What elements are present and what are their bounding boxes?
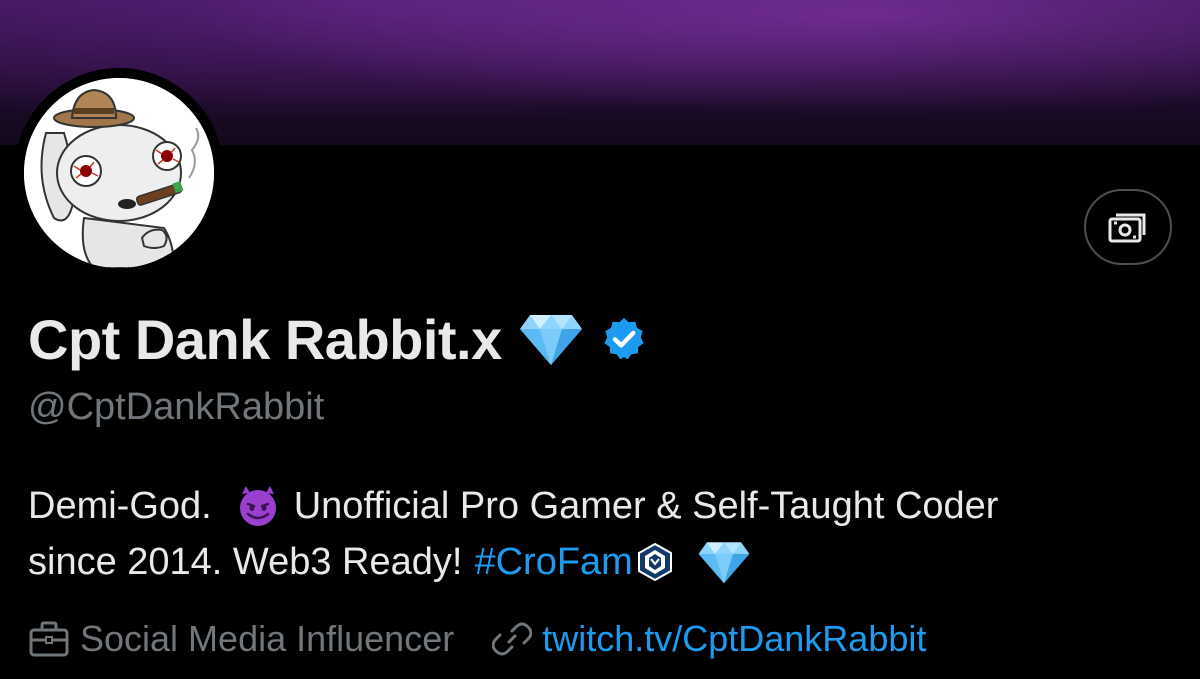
avatar-rabbit-image	[24, 78, 214, 268]
smiling-devil-emoji	[236, 484, 280, 528]
website-link[interactable]: twitch.tv/CptDankRabbit	[542, 618, 926, 660]
category-label: Social Media Influencer	[80, 618, 455, 659]
hashtag-link[interactable]: #CroFam	[474, 534, 632, 590]
category-item: Social Media Influencer	[28, 618, 454, 660]
money-tip-icon	[1107, 209, 1149, 245]
briefcase-icon	[28, 620, 70, 658]
bio-text: Unofficial Pro Gamer & Self-Taught Coder	[293, 485, 999, 527]
username-handle: @CptDankRabbit	[28, 386, 325, 428]
link-icon	[492, 619, 533, 659]
bio-line: Demi-God. Unofficial Pro Gamer & Self-Ta…	[28, 478, 1178, 534]
avatar[interactable]	[24, 78, 214, 268]
tip-button[interactable]	[1084, 189, 1172, 265]
bio-text: Demi-God.	[28, 485, 212, 527]
website-item[interactable]: twitch.tv/CptDankRabbit	[492, 618, 926, 660]
bio-line: since 2014. Web3 Ready! #CroFam	[28, 534, 1178, 590]
profile-bio: Demi-God. Unofficial Pro Gamer & Self-Ta…	[28, 478, 1178, 590]
gem-icon	[697, 539, 751, 585]
name-row: Cpt Dank Rabbit.x	[28, 304, 648, 374]
verified-badge-icon[interactable]	[600, 315, 648, 363]
bio-text: since 2014. Web3 Ready!	[28, 541, 463, 583]
cronos-logo-icon	[637, 542, 673, 582]
display-name: Cpt Dank Rabbit.x	[28, 307, 502, 371]
gem-icon	[518, 311, 584, 367]
profile-meta: Social Media Influencer twitch.tv/CptDan…	[28, 614, 926, 664]
